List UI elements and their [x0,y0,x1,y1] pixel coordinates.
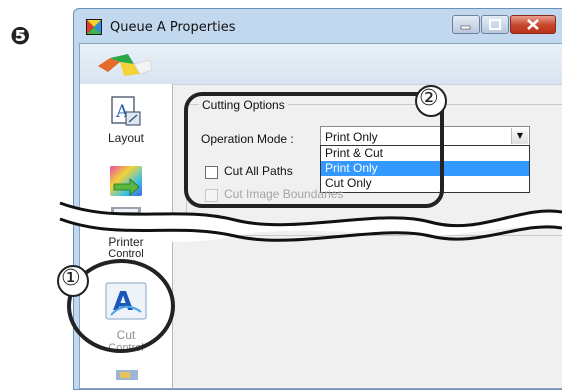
next-section-icon[interactable] [108,366,144,380]
annotation-overlay [57,85,562,353]
callout-number-2: ② [419,86,439,111]
callout-number-1: ① [61,266,81,291]
callout-box-operation-mode [184,92,444,208]
